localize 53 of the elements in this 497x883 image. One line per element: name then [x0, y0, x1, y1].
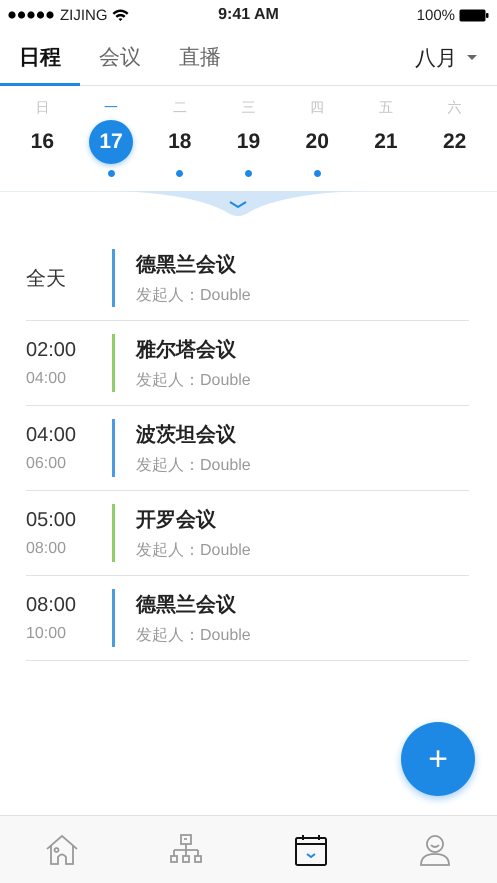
weekday-label: 五: [378, 99, 393, 117]
tab[interactable]: 直播: [160, 30, 240, 86]
event-row[interactable]: 全天 德黑兰会议 发起人：Double: [26, 236, 469, 321]
event-row[interactable]: 05:00 08:00 开罗会议 发起人：Double: [26, 491, 469, 576]
weekday-label: 一: [104, 99, 118, 117]
date-button[interactable]: 16: [20, 120, 64, 164]
date-button[interactable]: 19: [226, 120, 270, 164]
tab[interactable]: 会议: [80, 30, 160, 86]
weekday-label: 日: [35, 99, 50, 117]
calendar-icon: [294, 832, 328, 866]
date-button[interactable]: 20: [295, 120, 340, 164]
event-organizer: 发起人：Double: [136, 626, 251, 646]
event-organizer: 发起人：Double: [136, 540, 251, 560]
date-button[interactable]: 18: [158, 120, 202, 164]
event-organizer: 发起人：Double: [136, 370, 251, 390]
caret-icon: [467, 55, 477, 61]
event-title: 德黑兰会议: [136, 252, 237, 278]
month-dropdown[interactable]: 八月: [415, 30, 477, 86]
date-button[interactable]: 21: [364, 120, 408, 164]
wifi-icon: [112, 9, 128, 21]
start-time: 全天: [26, 266, 67, 292]
weekday-label: 四: [310, 99, 324, 117]
start-time: 08:00: [26, 594, 78, 616]
event-title: 德黑兰会议: [136, 592, 237, 618]
end-time: 04:00: [26, 370, 68, 388]
event-row[interactable]: 02:00 04:00 雅尔塔会议 发起人：Double: [26, 321, 469, 406]
event-title: 波茨坦会议: [136, 422, 237, 448]
home-icon: [45, 832, 80, 866]
end-time: 08:00: [26, 540, 68, 558]
date-button[interactable]: 17: [89, 120, 134, 164]
weekday-label: 二: [172, 99, 187, 117]
carrier-name: ZIJING: [60, 6, 108, 24]
event-title: 雅尔塔会议: [136, 338, 237, 362]
battery-percent: 100%: [416, 6, 456, 24]
tab[interactable]: 日程: [0, 30, 80, 86]
clock-time: 9:41 AM: [218, 6, 279, 24]
start-time: 04:00: [26, 424, 78, 446]
weekday-label: 六: [448, 99, 462, 117]
start-time: 02:00: [26, 338, 78, 362]
end-time: 06:00: [26, 454, 68, 472]
event-row[interactable]: 08:00 10:00 德黑兰会议 发起人：Double: [26, 576, 469, 661]
signal-icon: [8, 11, 56, 19]
battery-icon: [459, 8, 490, 22]
end-time: 10:00: [26, 624, 68, 642]
event-title: 开罗会议: [136, 508, 217, 532]
profile-icon: [418, 832, 452, 866]
date-button[interactable]: 22: [432, 120, 477, 164]
event-row[interactable]: 04:00 06:00 波茨坦会议 发起人：Double: [26, 406, 469, 491]
event-organizer: 发起人：Double: [136, 286, 251, 306]
add-button[interactable]: +: [401, 722, 475, 796]
start-time: 05:00: [26, 508, 78, 532]
event-organizer: 发起人：Double: [136, 456, 251, 476]
weekday-label: 三: [241, 99, 256, 117]
